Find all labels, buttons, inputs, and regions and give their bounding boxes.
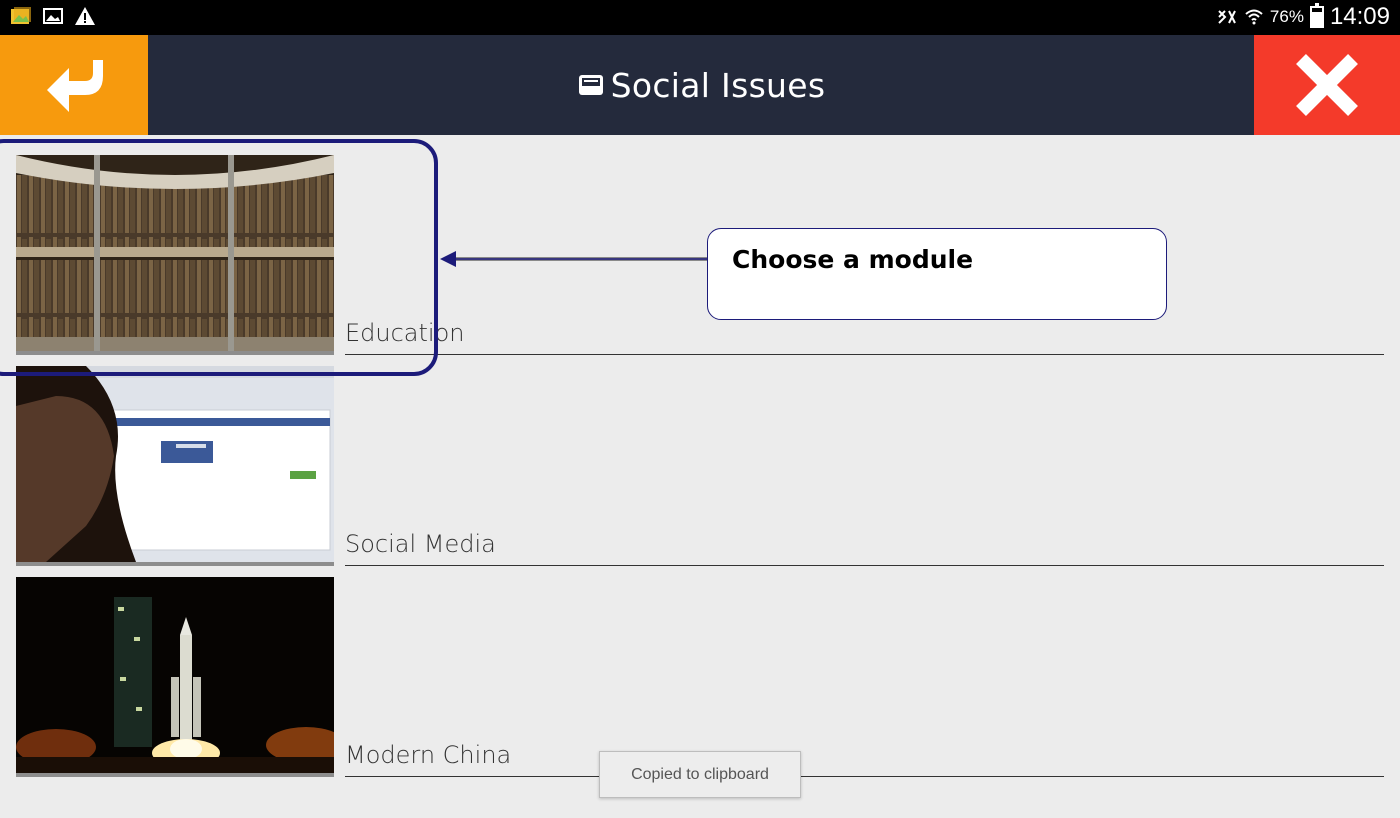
divider: [345, 776, 1384, 777]
toast-message: Copied to clipboard: [599, 751, 801, 798]
module-thumbnail: [16, 577, 334, 773]
image-icon: [43, 8, 63, 24]
battery-icon: [1309, 3, 1324, 28]
module-label: Modern China: [345, 741, 512, 769]
gallery-icon: [11, 7, 31, 24]
rocket-launch-night-image: [16, 577, 334, 773]
library-bookshelves-image: [16, 155, 334, 351]
toast-text: Copied to clipboard: [631, 765, 769, 783]
tutorial-callout: Choose a module: [707, 228, 1167, 320]
header-title: Social Issues: [148, 35, 1254, 135]
module-thumbnail: [16, 155, 334, 351]
status-bar: 76% 14:09: [0, 0, 1400, 35]
module-item-modern-china[interactable]: Modern China: [16, 577, 1384, 777]
module-item-social-media[interactable]: Social Media: [16, 366, 1384, 566]
divider: [345, 354, 1384, 355]
module-thumbnail: [16, 366, 334, 562]
wifi-icon: [1245, 9, 1263, 25]
inbox-icon: [578, 75, 603, 95]
divider: [345, 565, 1384, 566]
mute-icon: [1218, 10, 1236, 24]
app-header: Social Issues: [0, 35, 1400, 135]
status-left-icons: [10, 6, 96, 26]
battery-percent: 76%: [1269, 7, 1304, 26]
clock: 14:09: [1329, 3, 1390, 30]
battery-level: [1311, 12, 1322, 26]
tutorial-arrow: [440, 251, 708, 267]
module-label: Social Media: [345, 530, 496, 558]
person-viewing-facebook-image: [16, 366, 334, 562]
warning-icon: [75, 7, 95, 25]
close-icon: [1296, 54, 1358, 116]
close-button[interactable]: [1254, 35, 1400, 135]
status-right-icons: 76% 14:09: [1216, 3, 1390, 31]
module-label: Education: [345, 319, 465, 347]
back-arrow-icon: [47, 60, 103, 112]
callout-text: Choose a module: [732, 245, 974, 274]
back-button[interactable]: [0, 35, 148, 135]
page-title: Social Issues: [610, 65, 826, 105]
